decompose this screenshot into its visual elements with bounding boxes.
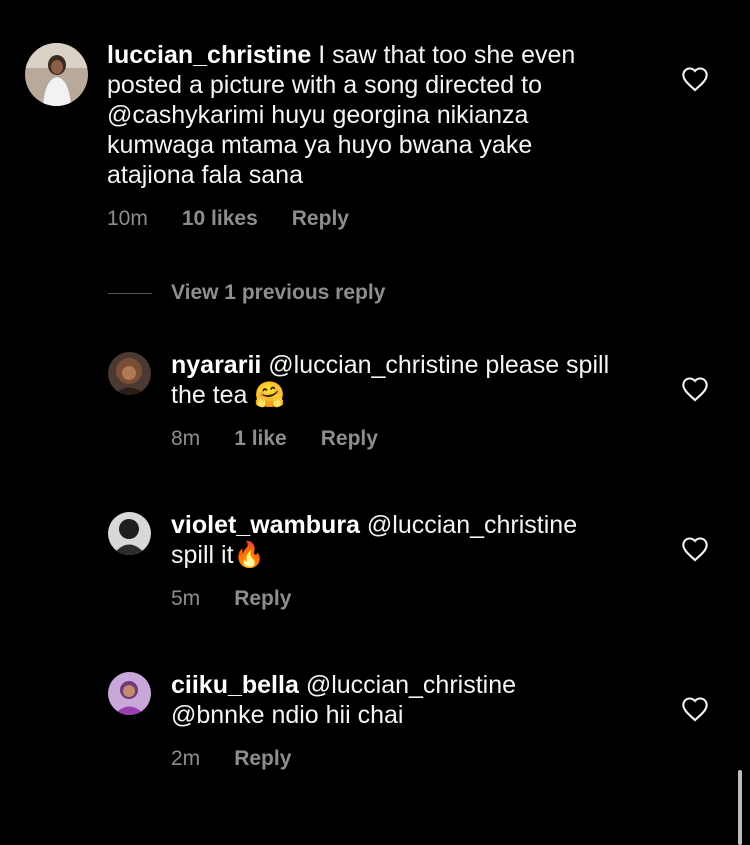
- reply-time: 5m: [171, 587, 201, 610]
- avatar[interactable]: [108, 512, 151, 555]
- heart-icon[interactable]: [681, 536, 709, 562]
- reply-username[interactable]: ciiku_bella: [171, 671, 299, 699]
- reply-button[interactable]: Reply: [292, 207, 349, 231]
- reply-text: ciiku_bella @luccian_christine @bnnke nd…: [171, 670, 671, 730]
- comment-text: luccian_christine I saw that too she eve…: [107, 40, 667, 190]
- likes-count[interactable]: 1 like: [234, 427, 287, 451]
- reply-body: @luccian_christine: [305, 671, 517, 699]
- reply-button[interactable]: Reply: [234, 747, 291, 771]
- reply-body: @luccian_christine please spill: [268, 351, 610, 379]
- reply-username[interactable]: violet_wambura: [171, 511, 360, 539]
- comment-username[interactable]: luccian_christine: [107, 41, 311, 69]
- avatar[interactable]: [108, 352, 151, 395]
- comment-body-line: kumwaga mtama ya huyo bwana yake: [107, 131, 533, 159]
- reply-body-line: spill it🔥: [171, 541, 265, 569]
- view-previous-replies[interactable]: View 1 previous reply: [108, 280, 385, 306]
- reply-username[interactable]: nyararii: [171, 351, 261, 379]
- comment-time: 10m: [107, 207, 148, 230]
- likes-count[interactable]: 10 likes: [182, 207, 258, 231]
- reply-body: @luccian_christine: [366, 511, 578, 539]
- divider-line: [108, 292, 152, 294]
- reply-body-line: @bnnke ndio hii chai: [171, 701, 404, 729]
- reply-time: 8m: [171, 427, 201, 450]
- reply-meta: 2m Reply: [171, 747, 325, 771]
- reply-time: 2m: [171, 747, 201, 770]
- reply-text: nyararii @luccian_christine please spill…: [171, 350, 671, 410]
- reply-button[interactable]: Reply: [321, 427, 378, 451]
- avatar[interactable]: [108, 672, 151, 715]
- heart-icon[interactable]: [681, 696, 709, 722]
- reply-meta: 5m Reply: [171, 587, 325, 611]
- comment-body: I saw that too she even: [318, 41, 576, 69]
- avatar[interactable]: [25, 43, 88, 106]
- reply-body-line: the tea 🤗: [171, 381, 286, 409]
- comment-meta: 10m 10 likes Reply: [107, 207, 383, 231]
- comment-body-line: @cashykarimi huyu georgina nikianza: [107, 101, 529, 129]
- comment-body-line: atajiona fala sana: [107, 161, 303, 189]
- reply-meta: 8m 1 like Reply: [171, 427, 412, 451]
- scrollbar[interactable]: [738, 770, 742, 845]
- heart-icon[interactable]: [681, 376, 709, 402]
- view-previous-label[interactable]: View 1 previous reply: [171, 281, 385, 305]
- reply-text: violet_wambura @luccian_christine spill …: [171, 510, 671, 570]
- heart-icon[interactable]: [681, 66, 709, 92]
- reply-button[interactable]: Reply: [234, 587, 291, 611]
- comment-body-line: posted a picture with a song directed to: [107, 71, 542, 99]
